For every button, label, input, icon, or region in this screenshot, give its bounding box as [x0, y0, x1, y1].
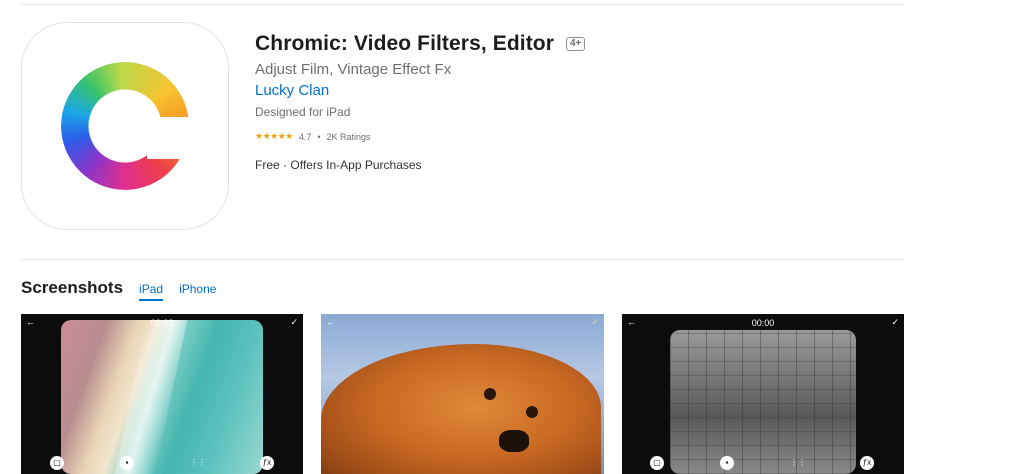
stop-icon: ▪: [720, 456, 734, 470]
screenshots-title: Screenshots: [21, 278, 124, 297]
app-title: Chromic: Video Filters, Editor: [255, 32, 554, 55]
screenshot-3[interactable]: 00:00 ← ✓ ▢ ▪ ⋮⋮ ƒx: [622, 314, 904, 474]
screenshots-header: Screenshots iPad iPhone: [21, 278, 232, 301]
timecode: 00:02: [150, 318, 174, 328]
back-icon: ←: [26, 317, 35, 327]
back-icon: ←: [326, 317, 335, 327]
price-separator: ·: [283, 158, 288, 172]
designed-for-label: Designed for iPad: [255, 105, 351, 119]
price: Free: [255, 158, 280, 172]
frame-icon: ▢: [650, 456, 664, 470]
tab-ipad[interactable]: iPad: [139, 282, 164, 301]
check-icon: ✓: [891, 317, 899, 327]
rating-count: 2K Ratings: [326, 131, 371, 142]
section-divider: [21, 259, 905, 260]
app-icon: [21, 22, 229, 230]
dog-photo: [321, 314, 604, 474]
app-info: Chromic: Video Filters, Editor 4+ Adjust…: [255, 32, 586, 172]
back-icon: ←: [627, 317, 636, 327]
fx-icon: ƒx: [860, 456, 874, 470]
price-row: Free · Offers In-App Purchases: [255, 158, 585, 172]
fx-icon: ƒx: [260, 456, 274, 470]
frame-icon: ▢: [50, 456, 64, 470]
developer-link[interactable]: Lucky Clan: [255, 82, 329, 99]
tab-iphone[interactable]: iPhone: [179, 282, 216, 299]
grid-icon: ⋮⋮: [190, 458, 206, 467]
screenshot-2[interactable]: ← ✓: [321, 314, 604, 474]
screenshot-1[interactable]: 00:02 ← ✓ ▢ ▪ ⋮⋮ ƒx: [21, 314, 303, 474]
check-icon: ✓: [290, 317, 298, 327]
top-divider: [21, 4, 905, 5]
rating-row: ★★★★★ 4.7 • 2K Ratings: [255, 131, 585, 142]
in-app-purchases: Offers In-App Purchases: [290, 158, 422, 172]
rating-stars-icon: ★★★★★: [255, 131, 293, 141]
rating-separator: •: [317, 131, 321, 142]
check-icon: ✓: [591, 317, 599, 327]
age-rating-badge: 4+: [566, 37, 586, 51]
stop-icon: ▪: [120, 456, 134, 470]
tennis-court-photo: [670, 330, 856, 474]
grid-icon: ⋮⋮: [790, 458, 806, 467]
beach-photo: [61, 320, 263, 474]
app-subtitle: Adjust Film, Vintage Effect Fx: [255, 61, 452, 78]
timecode: 00:00: [751, 318, 775, 328]
rating-value: 4.7: [298, 131, 312, 142]
